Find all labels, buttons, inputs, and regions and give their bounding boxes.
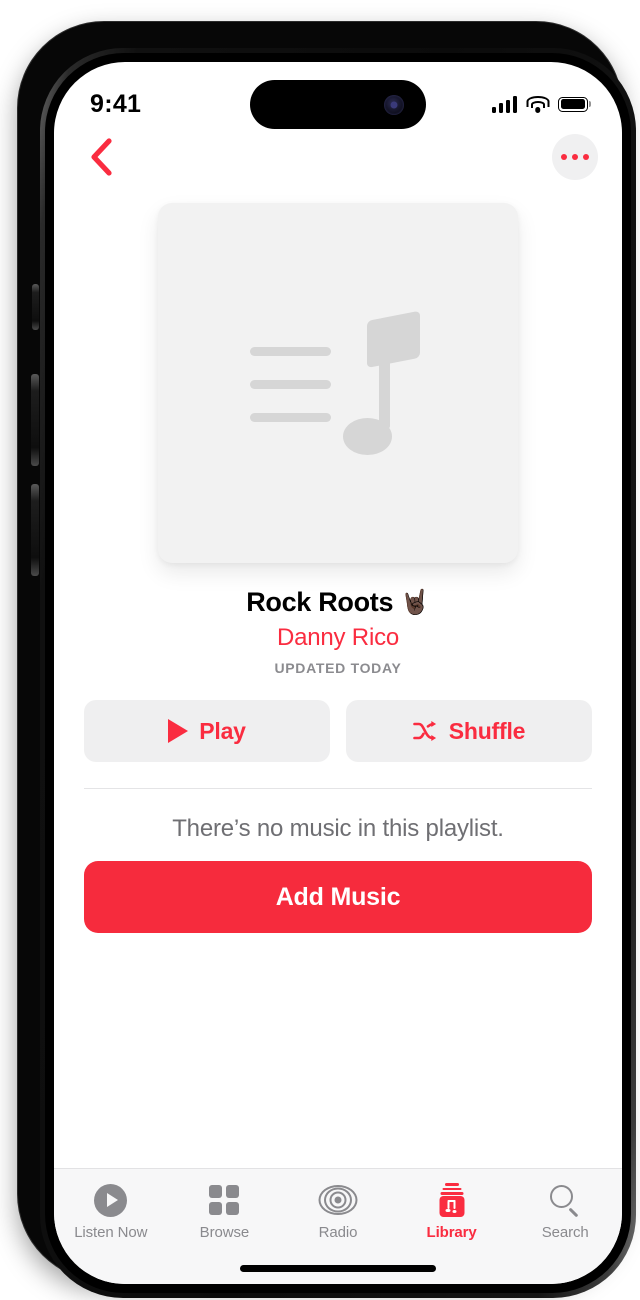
playlist-updated-label: UPDATED TODAY [274, 660, 402, 676]
shuffle-button[interactable]: Shuffle [346, 700, 592, 762]
play-button[interactable]: Play [84, 700, 330, 762]
screenshot-root: 9:41 Rock Roots 🤘🏿 Danny Rico UPDATED TO… [0, 0, 640, 1300]
phone-frame: 9:41 Rock Roots 🤘🏿 Danny Rico UPDATED TO… [18, 22, 636, 1298]
playlist-title: Rock Roots 🤘🏿 [54, 587, 622, 618]
radio-waves-icon [315, 1185, 361, 1215]
playlist-meta: Rock Roots 🤘🏿 Danny Rico UPDATED TODAY [54, 563, 622, 676]
playlist-artwork[interactable] [158, 203, 518, 563]
status-clock: 9:41 [90, 89, 142, 118]
ellipsis-icon [571, 153, 579, 161]
add-music-button[interactable]: Add Music [84, 861, 592, 933]
front-camera-icon [384, 94, 404, 115]
empty-playlist-state: There’s no music in this playlist. Add M… [54, 789, 622, 933]
playlist-detail-content: Rock Roots 🤘🏿 Danny Rico UPDATED TODAY P… [54, 188, 622, 1168]
tab-radio-label: Radio [318, 1224, 358, 1241]
shuffle-arrows-icon [412, 721, 436, 741]
tab-library-label: Library [426, 1224, 477, 1241]
rock-hand-emoji: 🤘🏿 [400, 588, 430, 616]
music-note-icon [342, 310, 420, 455]
search-icon [549, 1184, 581, 1218]
tab-browse-label: Browse [199, 1224, 250, 1241]
dynamic-island [250, 80, 426, 129]
grid-squares-icon [209, 1185, 240, 1215]
mute-switch-button[interactable] [32, 284, 39, 330]
chevron-left-icon [91, 138, 112, 176]
cellular-signal-icon [491, 95, 517, 113]
battery-icon [558, 96, 588, 112]
tab-listen-now-label: Listen Now [74, 1224, 148, 1241]
tab-library[interactable]: Library [395, 1183, 509, 1241]
library-music-icon [436, 1183, 468, 1217]
home-indicator[interactable] [240, 1265, 436, 1272]
artwork-container [54, 188, 622, 563]
playlist-title-text: Rock Roots [246, 587, 394, 617]
volume-down-button[interactable] [31, 484, 39, 576]
playlist-music-note-icon [250, 303, 426, 463]
shuffle-button-label: Shuffle [448, 717, 526, 744]
ellipsis-icon [582, 153, 590, 161]
play-button-label: Play [199, 717, 246, 744]
play-circle-icon [94, 1183, 128, 1217]
more-options-button[interactable] [552, 134, 598, 180]
ellipsis-icon [560, 153, 568, 161]
tab-search-label: Search [541, 1224, 589, 1241]
play-triangle-icon [168, 719, 189, 743]
playlist-artist[interactable]: Danny Rico [54, 624, 622, 652]
empty-playlist-message: There’s no music in this playlist. [172, 815, 504, 842]
playback-actions: Play Shuffle [54, 676, 622, 762]
navigation-bar [54, 126, 622, 188]
phone-screen: 9:41 Rock Roots 🤘🏿 Danny Rico UPDATED TO… [54, 62, 622, 1284]
back-button[interactable] [78, 134, 124, 180]
add-music-label: Add Music [275, 882, 401, 911]
tab-search[interactable]: Search [508, 1183, 622, 1241]
status-indicators [491, 95, 588, 113]
volume-up-button[interactable] [31, 374, 39, 466]
wifi-icon [526, 95, 549, 113]
tab-listen-now[interactable]: Listen Now [54, 1183, 168, 1241]
playlist-lines-icon [250, 347, 331, 422]
tab-radio[interactable]: Radio [281, 1183, 395, 1241]
tab-browse[interactable]: Browse [168, 1183, 282, 1241]
